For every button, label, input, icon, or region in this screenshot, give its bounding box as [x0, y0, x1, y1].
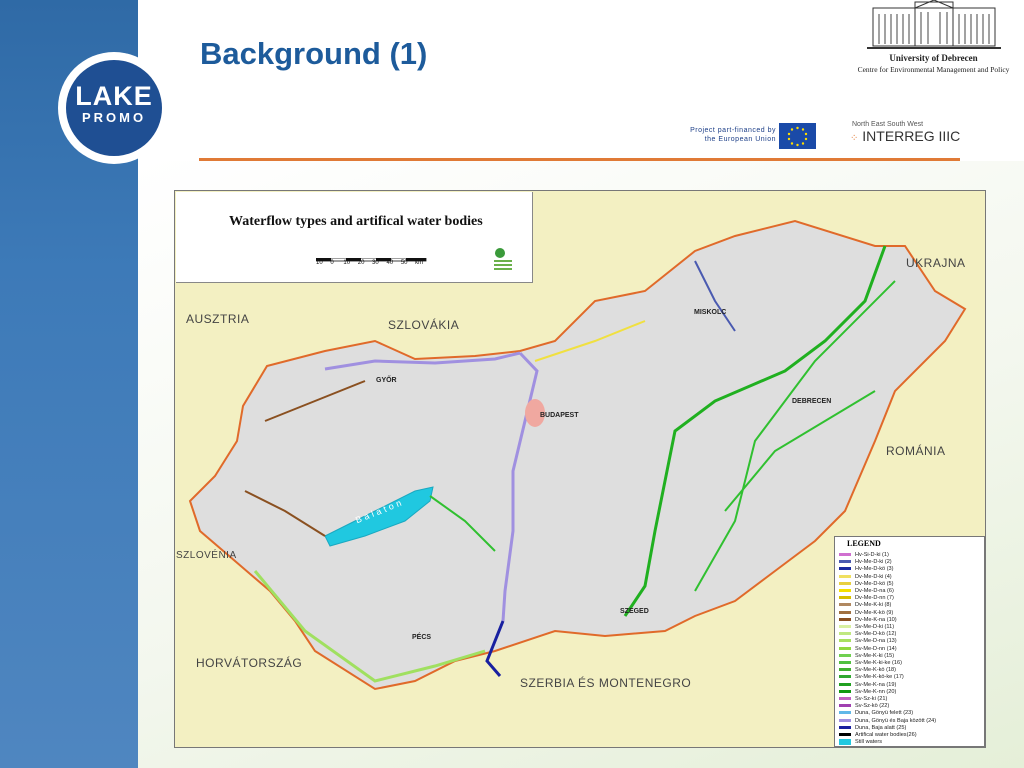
legend-swatch: [839, 567, 851, 571]
interreg-dots-icon: ⁘: [850, 133, 859, 144]
legend-swatch: [839, 617, 851, 621]
legend-swatch: [839, 581, 851, 585]
legend-swatch: [839, 704, 851, 708]
legend-swatch: [839, 646, 851, 650]
legend-swatch: [839, 689, 851, 693]
scale-tick: 30: [372, 260, 379, 266]
map-legend: LEGEND Hv-Si-D-ki (1) Hv-Me-D-ki (2) Hv-Me…: [834, 536, 985, 747]
legend-swatch: [839, 682, 851, 686]
university-building-icon: [867, 0, 1001, 49]
legend-swatch: [839, 718, 851, 722]
eu-cofinance-text: Project part-financed by the European Un…: [690, 127, 776, 143]
scale-tick: 40: [386, 260, 394, 266]
logo-line1: LAKE: [75, 81, 153, 111]
map-title: Waterflow types and artifical water bodi…: [229, 214, 483, 229]
legend-item: Still waters: [839, 738, 984, 746]
map-scale-labels: 10 0 10 20 30 40 50 km: [316, 260, 423, 266]
city-label: PÉCS: [412, 634, 432, 641]
scale-tick: 10: [316, 260, 323, 266]
country-label: AUSZTRIA: [186, 312, 250, 326]
scale-tick: 0: [330, 260, 334, 266]
country-label: HORVÁTORSZÁG: [196, 656, 303, 670]
legend-swatch: [839, 725, 851, 729]
scale-tick: 10: [343, 260, 351, 266]
city-label: SZEGED: [620, 608, 649, 615]
scale-tick: 20: [357, 260, 365, 266]
city-label: BUDAPEST: [540, 412, 579, 419]
city-label: MISKOLC: [694, 309, 727, 316]
legend-swatch: [839, 603, 851, 607]
scale-unit: km: [415, 260, 424, 266]
legend-swatch: [839, 560, 851, 564]
legend-swatch: [839, 589, 851, 592]
country-label: SZERBIA ÉS MONTENEGRO: [520, 676, 692, 690]
country-label: ROMÁNIA: [886, 444, 946, 458]
legend-swatch: [839, 653, 851, 657]
legend-swatch: [839, 675, 851, 679]
legend-swatch: [839, 596, 851, 600]
logo-line2: PROMO: [81, 110, 147, 125]
scale-tick: 50: [400, 260, 408, 266]
university-centre: Centre for Environmental Management and …: [857, 65, 1010, 74]
legend-swatch: [839, 639, 851, 643]
legend-swatch: [839, 632, 851, 636]
slide-title: Background (1): [200, 36, 428, 71]
eu-flag-icon: [779, 123, 816, 149]
legend-swatch: [839, 739, 851, 746]
country-label: UKRAJNA: [906, 256, 966, 270]
legend-swatch: [839, 553, 851, 556]
legend-swatch: [839, 668, 851, 672]
legend-label: Still waters: [855, 739, 883, 746]
country-label: SZLOVÉNIA: [176, 550, 237, 561]
legend-swatch: [839, 697, 851, 700]
country-label: SZLOVÁKIA: [388, 318, 460, 332]
interreg-tagline: North East South West: [852, 121, 924, 128]
interreg-logo: ⁘ INTERREG IIIC: [850, 128, 960, 144]
legend-swatch: [839, 625, 851, 628]
legend-swatch: [839, 661, 851, 664]
legend-title: LEGEND: [847, 539, 881, 548]
legend-swatch: [839, 733, 851, 736]
legend-swatch: [839, 711, 851, 715]
map-agency-logo-icon: [492, 246, 514, 272]
university-name: University of Debrecen: [889, 53, 978, 63]
legend-swatch: [839, 610, 851, 614]
interreg-name: INTERREG IIIC: [862, 128, 961, 144]
city-label: GYŐR: [376, 377, 397, 384]
legend-swatch: [839, 574, 851, 578]
map-title-box: [176, 192, 533, 283]
city-label: DEBRECEN: [792, 398, 832, 405]
